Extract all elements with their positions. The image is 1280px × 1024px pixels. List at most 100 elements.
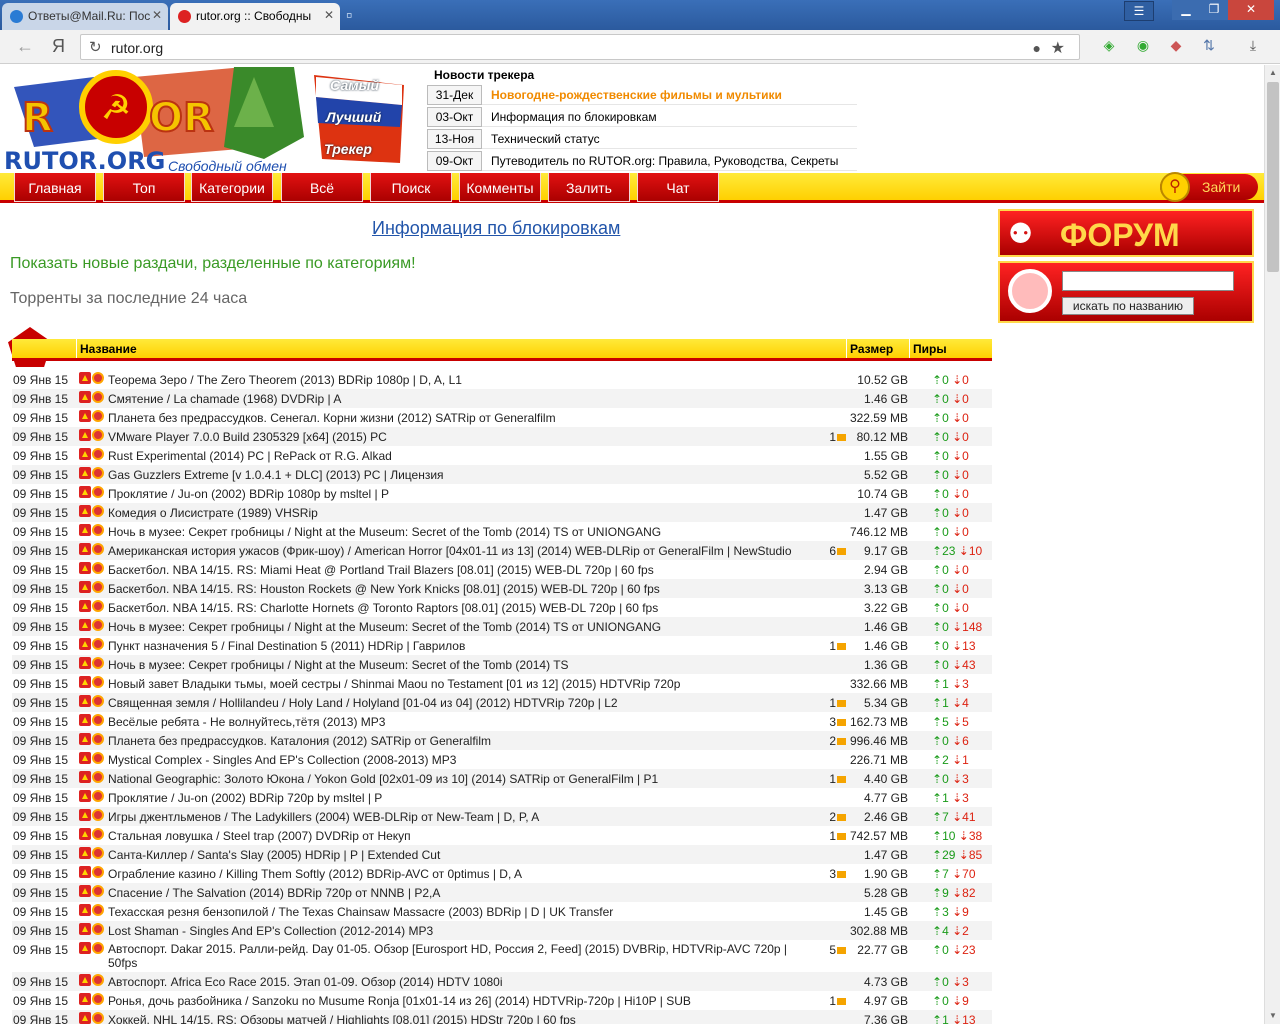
nav-chat[interactable]: Чат — [637, 173, 719, 202]
comment-count[interactable]: 1 — [812, 696, 846, 710]
nav-comments[interactable]: Комменты — [459, 173, 541, 202]
torrent-title-link[interactable]: Баскетбол. NBA 14/15. RS: Miami Heat @ P… — [108, 563, 808, 577]
torrent-title-link[interactable]: Gas Guzzlers Extreme [v 1.0.4.1 + DLC] (… — [108, 468, 808, 482]
news-item[interactable]: 13-Ноя Технический статус — [427, 129, 857, 149]
download-icon[interactable] — [79, 524, 91, 536]
torrent-title-link[interactable]: Комедия о Лисистрате (1989) VHSRip — [108, 506, 808, 520]
nav-home[interactable]: Главная — [14, 173, 96, 202]
back-arrow-icon[interactable]: ← — [16, 36, 34, 57]
download-icon[interactable] — [79, 372, 91, 384]
scroll-down-icon[interactable]: ▼ — [1265, 1008, 1280, 1024]
magnet-icon[interactable] — [92, 1012, 104, 1024]
torrent-title-link[interactable]: Стальная ловушка / Steel trap (2007) DVD… — [108, 829, 808, 843]
torrent-title-link[interactable]: Mystical Complex - Singles And EP's Coll… — [108, 753, 808, 767]
torrent-title-link[interactable]: Lost Shaman - Singles And EP's Collectio… — [108, 924, 808, 938]
magnet-icon[interactable] — [92, 974, 104, 986]
download-icon[interactable] — [79, 429, 91, 441]
torrent-title-link[interactable]: Баскетбол. NBA 14/15. RS: Houston Rocket… — [108, 582, 808, 596]
show-new-by-category-link[interactable]: Показать новые раздачи, разделенные по к… — [10, 255, 416, 273]
network-extension-icon[interactable]: ⇅ — [1198, 37, 1220, 57]
download-icon[interactable] — [79, 391, 91, 403]
torrent-title-link[interactable]: Теорема Зеро / The Zero Theorem (2013) B… — [108, 373, 808, 387]
blocking-info-link[interactable]: Информация по блокировкам — [372, 218, 620, 239]
reload-icon[interactable]: ↻ — [89, 38, 102, 56]
comment-count[interactable]: 3 — [812, 715, 846, 729]
download-icon[interactable] — [79, 638, 91, 650]
download-icon[interactable] — [79, 448, 91, 460]
scroll-up-icon[interactable]: ▲ — [1265, 65, 1280, 81]
download-icon[interactable] — [79, 695, 91, 707]
download-icon[interactable] — [79, 752, 91, 764]
comment-count[interactable]: 5 — [812, 943, 846, 957]
site-logo[interactable]: ☭ R OR Самый Лучший Трекер RUTOR.ORG Сво… — [4, 67, 404, 175]
comment-count[interactable]: 1 — [812, 772, 846, 786]
download-icon[interactable] — [79, 847, 91, 859]
download-icon[interactable] — [79, 1012, 91, 1024]
close-icon[interactable]: ✕ — [152, 8, 162, 22]
magnet-icon[interactable] — [92, 828, 104, 840]
comment-count[interactable]: 1 — [812, 994, 846, 1008]
news-item[interactable]: 09-Окт Путеводитель по RUTOR.org: Правил… — [427, 151, 857, 171]
search-by-name-button[interactable]: искать по названию — [1062, 297, 1194, 315]
torrent-title-link[interactable]: Хоккей. NHL 14/15. RS: Обзоры матчей / H… — [108, 1013, 808, 1024]
download-icon[interactable] — [79, 600, 91, 612]
torrent-title-link[interactable]: Ночь в музее: Секрет гробницы / Night at… — [108, 658, 808, 672]
torrent-title-link[interactable]: Игры джентльменов / The Ladykillers (200… — [108, 810, 808, 824]
download-icon[interactable] — [79, 619, 91, 631]
magnet-icon[interactable] — [92, 866, 104, 878]
download-icon[interactable] — [79, 486, 91, 498]
magnet-icon[interactable] — [92, 638, 104, 650]
download-icon[interactable] — [79, 581, 91, 593]
magnet-icon[interactable] — [92, 676, 104, 688]
news-link[interactable]: Технический статус — [491, 132, 600, 146]
column-peers[interactable]: Пиры — [909, 339, 992, 358]
minimize-icon[interactable]: ▁ — [1172, 0, 1200, 20]
magnet-icon[interactable] — [92, 771, 104, 783]
download-icon[interactable] — [79, 809, 91, 821]
download-icon[interactable] — [79, 993, 91, 1005]
torrent-title-link[interactable]: Баскетбол. NBA 14/15. RS: Charlotte Horn… — [108, 601, 808, 615]
torrent-title-link[interactable]: Ограбление казино / Killing Them Softly … — [108, 867, 808, 881]
download-icon[interactable] — [79, 467, 91, 479]
download-icon[interactable] — [79, 771, 91, 783]
nav-search[interactable]: Поиск — [370, 173, 452, 202]
torrent-title-link[interactable]: Проклятие / Ju-on (2002) BDRip 1080p by … — [108, 487, 808, 501]
download-icon[interactable]: ⤓ — [1242, 37, 1264, 57]
column-name[interactable]: Название — [76, 339, 846, 358]
torrent-title-link[interactable]: Ночь в музее: Секрет гробницы / Night at… — [108, 525, 808, 539]
login-button[interactable]: ⚲ Зайти — [1160, 172, 1258, 202]
torrent-title-link[interactable]: Смятение / La chamade (1968) DVDRip | A — [108, 392, 808, 406]
magnet-icon[interactable] — [92, 657, 104, 669]
download-icon[interactable] — [79, 904, 91, 916]
magnet-icon[interactable] — [92, 790, 104, 802]
torrent-title-link[interactable]: Автоспорт. Dakar 2015. Ралли-рейд. Day 0… — [108, 942, 808, 970]
comment-count[interactable]: 1 — [812, 829, 846, 843]
magnet-icon[interactable] — [92, 467, 104, 479]
download-icon[interactable] — [79, 657, 91, 669]
torrent-title-link[interactable]: Планета без предрассудков. Каталония (20… — [108, 734, 808, 748]
news-link[interactable]: Путеводитель по RUTOR.org: Правила, Руко… — [491, 154, 838, 168]
magnet-icon[interactable] — [92, 847, 104, 859]
download-icon[interactable] — [79, 676, 91, 688]
news-link[interactable]: Информация по блокировкам — [491, 110, 657, 124]
torrent-title-link[interactable]: Rust Experimental (2014) PC | RePack от … — [108, 449, 808, 463]
magnet-icon[interactable] — [92, 904, 104, 916]
column-size[interactable]: Размер — [846, 339, 908, 358]
search-input[interactable] — [1062, 271, 1234, 291]
magnet-icon[interactable] — [92, 562, 104, 574]
new-tab-icon[interactable]: ▫ — [346, 6, 352, 24]
torrent-title-link[interactable]: Проклятие / Ju-on (2002) BDRip 720p by m… — [108, 791, 808, 805]
download-icon[interactable] — [79, 714, 91, 726]
comment-count[interactable]: 6 — [812, 544, 846, 558]
comment-count[interactable]: 3 — [812, 867, 846, 881]
download-icon[interactable] — [79, 885, 91, 897]
download-icon[interactable] — [79, 923, 91, 935]
chat-extension-icon[interactable]: ◆ — [1165, 37, 1187, 57]
yandex-button[interactable]: Я — [52, 36, 65, 57]
download-icon[interactable] — [79, 974, 91, 986]
page-scrollbar[interactable]: ▲ ▼ — [1264, 65, 1280, 1024]
magnet-icon[interactable] — [92, 391, 104, 403]
tab-rutor[interactable]: rutor.org :: Свободны ✕ — [170, 3, 340, 30]
magnet-icon[interactable] — [92, 524, 104, 536]
torrent-title-link[interactable]: Священная земля / Hollilandeu / Holy Lan… — [108, 696, 808, 710]
